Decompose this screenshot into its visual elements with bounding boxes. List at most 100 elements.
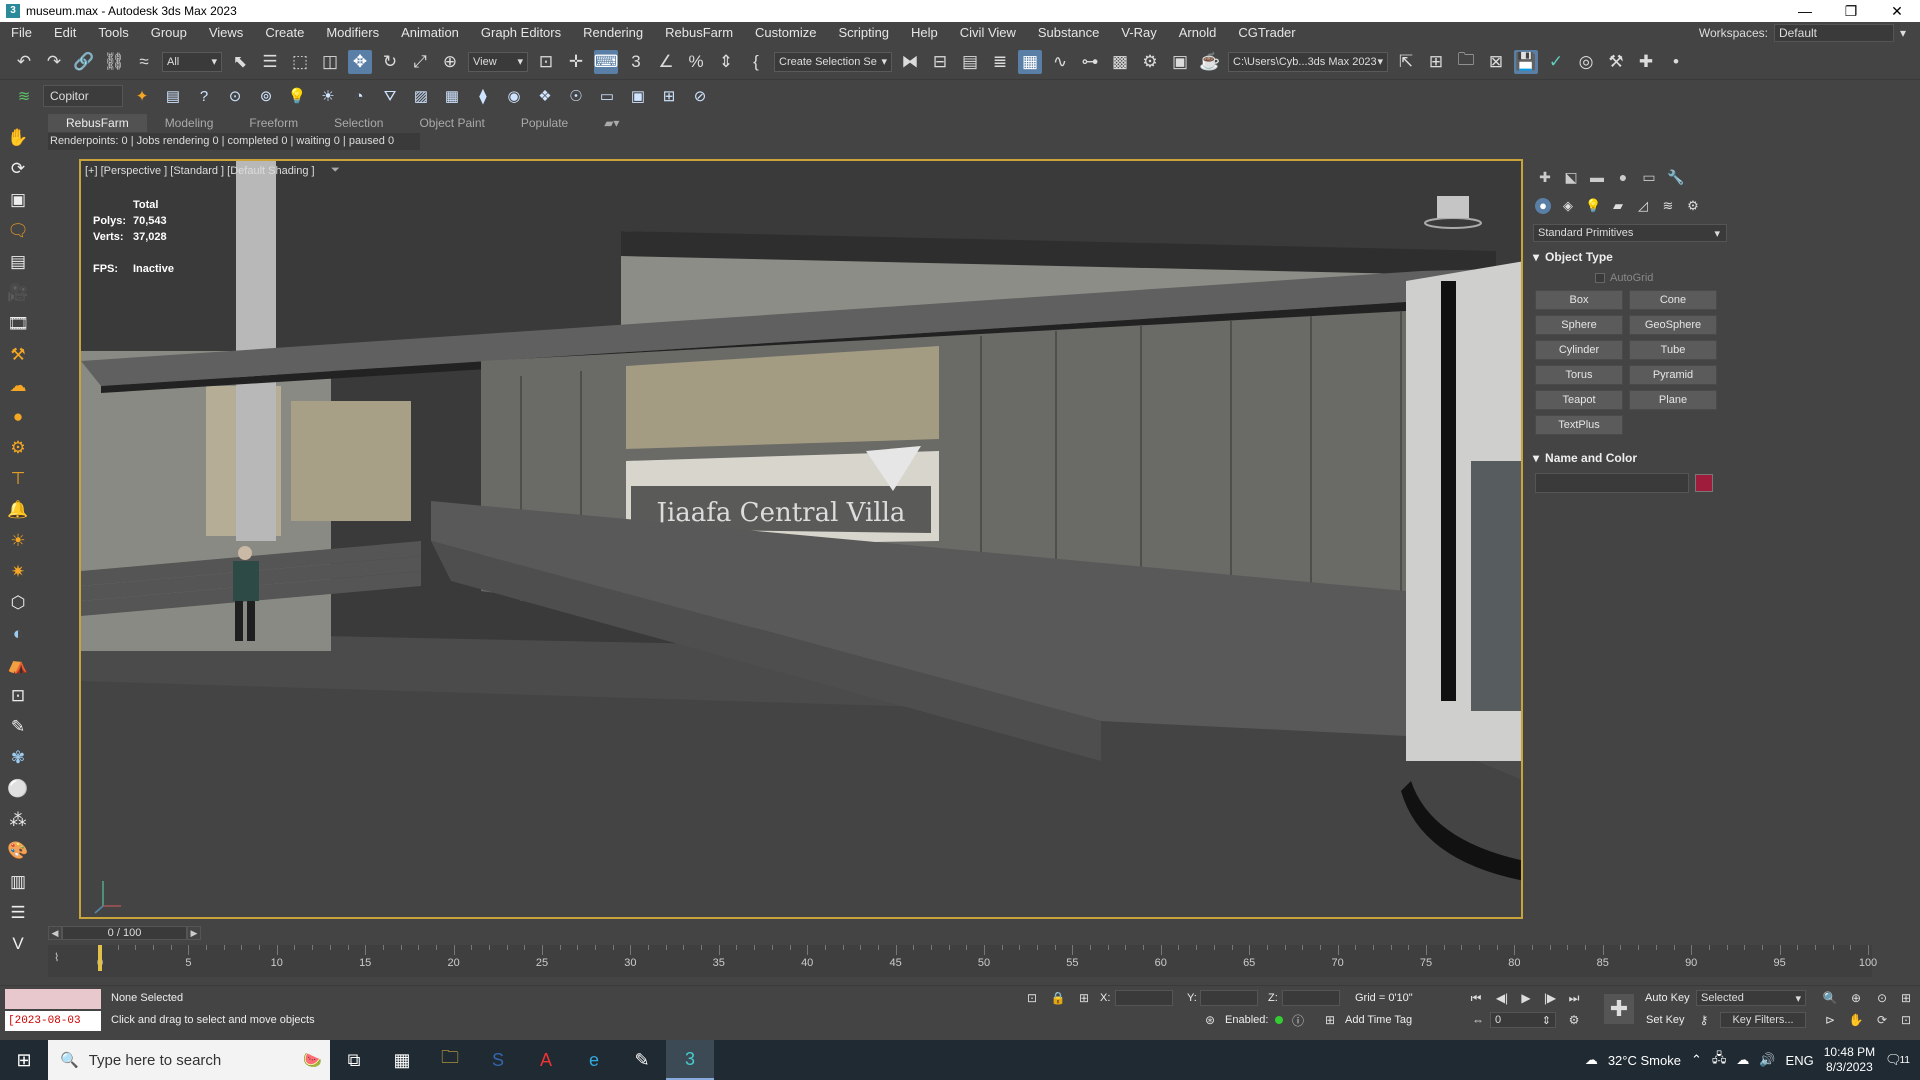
vray-plane-icon[interactable]: ▦ <box>440 84 464 108</box>
mirror-icon[interactable]: ⧓ <box>898 50 922 74</box>
3dsmax-taskbar-icon[interactable]: 3 <box>666 1040 714 1080</box>
select-manipulate-icon[interactable]: ✛ <box>564 50 588 74</box>
go-to-end-icon[interactable]: ⏭ <box>1566 990 1582 1006</box>
maximize-viewport-icon[interactable]: ⊡ <box>1898 1012 1914 1028</box>
cloud-icon[interactable]: ☁ <box>5 374 31 398</box>
vray-interactive-icon[interactable]: ⊚ <box>254 84 278 108</box>
palette-icon[interactable]: 🎨 <box>5 839 31 863</box>
add-time-tag-link[interactable]: Add Time Tag <box>1345 1014 1412 1026</box>
vray-light-icon[interactable]: 💡 <box>285 84 309 108</box>
toggle-scene-explorer-icon[interactable]: ▤ <box>958 50 982 74</box>
named-selection-set-select[interactable]: Create Selection Se ▾ <box>774 51 892 72</box>
globe-icon[interactable]: ◐ <box>5 622 31 646</box>
next-frame-arrow-icon[interactable]: ▶ <box>187 926 201 940</box>
vray-mesh-icon[interactable]: ❖ <box>533 84 557 108</box>
workspace-select[interactable]: Default <box>1773 24 1894 42</box>
volume-icon[interactable]: 🔊 <box>1759 1052 1775 1068</box>
torus-button[interactable]: Torus <box>1535 365 1623 385</box>
calculator-icon[interactable]: ▦ <box>378 1040 426 1080</box>
previous-frame-icon[interactable]: ◀| <box>1494 990 1510 1006</box>
key-mode-select[interactable]: Selected ▾ <box>1696 990 1806 1006</box>
menu-vray[interactable]: V-Ray <box>1110 22 1167 44</box>
sync-icon[interactable]: ◎ <box>1574 50 1598 74</box>
file-explorer-icon[interactable]: 🗀 <box>426 1040 474 1080</box>
checkmark-icon[interactable]: ✓ <box>1544 50 1568 74</box>
scene-list-icon[interactable]: ▤ <box>161 84 185 108</box>
select-and-rotate-icon[interactable]: ↻ <box>378 50 402 74</box>
shapes-icon[interactable]: ◈ <box>1560 198 1576 214</box>
taskbar-search-box[interactable]: 🔍 Type here to search 🍉 <box>48 1040 330 1080</box>
name-color-rollout-header[interactable]: ▾ Name and Color <box>1533 449 1727 467</box>
field-of-view-icon[interactable]: ⊳ <box>1822 1012 1838 1028</box>
vray-lister-icon[interactable]: ☉ <box>564 84 588 108</box>
edit-named-selection-icon[interactable]: { <box>744 50 768 74</box>
sphere-button[interactable]: Sphere <box>1535 315 1623 335</box>
timeline-ruler[interactable]: 0510152025303540455055606570758085909510… <box>97 945 1877 977</box>
menu-create[interactable]: Create <box>254 22 315 44</box>
play-icon[interactable]: ▶ <box>1518 990 1534 1006</box>
menu-scripting[interactable]: Scripting <box>827 22 900 44</box>
grass-icon[interactable]: ✾ <box>5 746 31 770</box>
x-coordinate-field[interactable] <box>1115 990 1173 1006</box>
select-object-icon[interactable]: ⬉ <box>228 50 252 74</box>
object-type-rollout-header[interactable]: ▾ Object Type <box>1533 248 1727 266</box>
chevron-up-icon[interactable]: ⌃ <box>1691 1052 1702 1068</box>
close-button[interactable]: ✕ <box>1874 0 1920 22</box>
3dsmax-app-icon[interactable]: 3 <box>6 4 20 18</box>
weather-cloud-icon[interactable]: ☁ <box>1585 1052 1598 1068</box>
cylinder-button[interactable]: Cylinder <box>1535 340 1623 360</box>
tab-populate[interactable]: Populate <box>503 114 586 132</box>
bind-space-warp-icon[interactable]: ≈ <box>132 50 156 74</box>
cameras-icon[interactable]: ▰ <box>1610 198 1626 214</box>
schematic-view-icon[interactable]: ⊶ <box>1078 50 1102 74</box>
ribbon-options-icon[interactable]: ▰▾ <box>586 114 637 132</box>
maxscript-listener-top[interactable] <box>5 989 101 1009</box>
project-folder-select[interactable]: C:\Users\Cyb...3ds Max 2023 ▾ <box>1228 51 1388 72</box>
z-coordinate-field[interactable] <box>1282 990 1340 1006</box>
select-and-move-icon[interactable]: ✥ <box>348 49 372 74</box>
minimize-button[interactable]: — <box>1782 0 1828 22</box>
project-settings-icon[interactable]: ⊠ <box>1484 50 1508 74</box>
modify-tab-icon[interactable]: ⬕ <box>1563 169 1579 186</box>
select-and-place-icon[interactable]: ⊕ <box>438 50 462 74</box>
network-icon[interactable]: 🖧 <box>1712 1049 1727 1071</box>
menu-rendering[interactable]: Rendering <box>572 22 654 44</box>
create-tab-icon[interactable]: ✚ <box>1537 169 1553 186</box>
maxscript-listener-output[interactable]: [2023-08-03 <box>5 1011 101 1031</box>
pipe-icon[interactable]: ⊤ <box>5 467 31 491</box>
swatch-icon[interactable]: ▥ <box>5 870 31 894</box>
speech-icon[interactable]: 🗨 <box>5 219 31 243</box>
auto-key-button[interactable]: Auto Key <box>1645 992 1690 1004</box>
sun-icon[interactable]: ☀ <box>5 529 31 553</box>
utilities-tab-icon[interactable]: 🔧 <box>1667 169 1684 186</box>
vray-lens-icon[interactable]: ⊘ <box>688 84 712 108</box>
space-warps-icon[interactable]: ≋ <box>1660 198 1676 214</box>
menu-arnold[interactable]: Arnold <box>1168 22 1228 44</box>
vray-logo-icon[interactable]: V <box>5 932 31 956</box>
menu-civil-view[interactable]: Civil View <box>949 22 1027 44</box>
set-keys-mode-icon[interactable]: ⚷ <box>1696 1012 1712 1028</box>
sphere-icon[interactable]: ● <box>5 405 31 429</box>
time-tag-icon[interactable]: ⊛ <box>1202 1012 1218 1028</box>
pan-view-icon[interactable]: ✋ <box>1848 1012 1864 1028</box>
default-in-out-tangent-icon[interactable]: ✚ <box>1604 994 1634 1024</box>
menu-views[interactable]: Views <box>198 22 254 44</box>
rectangular-selection-icon[interactable]: ⬚ <box>288 50 312 74</box>
restore-button[interactable]: ❐ <box>1828 0 1874 22</box>
go-to-start-icon[interactable]: ⏮ <box>1468 990 1484 1006</box>
unlink-icon[interactable]: ⛓ <box>102 50 126 74</box>
dropdown-arrow-icon[interactable]: ▾ <box>1900 26 1906 40</box>
menu-cgtrader[interactable]: CGTrader <box>1227 22 1306 44</box>
help-icon[interactable]: ? <box>192 84 216 108</box>
tab-modeling[interactable]: Modeling <box>147 114 232 132</box>
sketchup-icon[interactable]: S <box>474 1040 522 1080</box>
cube-icon[interactable]: ⬡ <box>5 591 31 615</box>
track-bar[interactable]: ⌇ 05101520253035404550556065707580859095… <box>48 945 1877 977</box>
angle-snap-icon[interactable]: ∠ <box>654 50 678 74</box>
menu-edit[interactable]: Edit <box>43 22 87 44</box>
redo-icon[interactable]: ↷ <box>42 50 66 74</box>
select-and-scale-icon[interactable]: ⤢ <box>408 50 432 74</box>
menu-substance[interactable]: Substance <box>1027 22 1110 44</box>
tab-object-paint[interactable]: Object Paint <box>401 114 502 132</box>
selection-filter-select[interactable]: All ▾ <box>162 51 222 72</box>
